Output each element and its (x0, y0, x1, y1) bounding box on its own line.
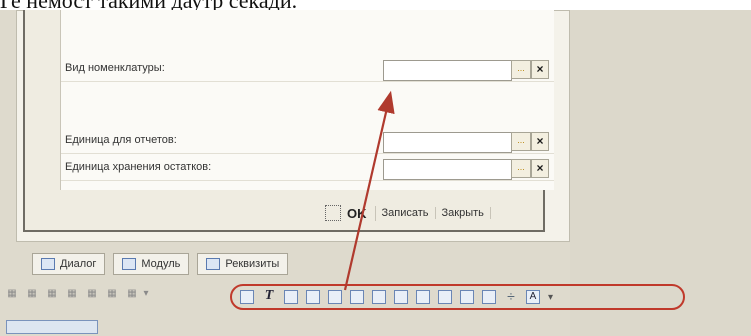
select-button[interactable]: ... (511, 159, 531, 178)
toolbar: ▦ ▦ ▦ ▦ ▦ ▦ ▦ ▾ T ÷ A ▾ (0, 280, 751, 312)
frame-control-icon[interactable] (416, 290, 430, 304)
field-label: Вид номенклатуры: (65, 62, 165, 74)
dialog-icon (41, 258, 55, 270)
document-control-icon[interactable] (482, 290, 496, 304)
report-unit-input[interactable] (383, 132, 512, 153)
combo-box-icon[interactable] (394, 290, 408, 304)
attributes-icon (206, 258, 221, 270)
close-button[interactable]: Закрыть (436, 207, 491, 219)
form-window: Вид номенклатуры: ... × Единица для отче… (23, 10, 554, 232)
align-bottom-icon[interactable]: ▦ (106, 288, 118, 300)
panel-control-icon[interactable] (438, 290, 452, 304)
status-strip (0, 316, 751, 336)
status-item (6, 320, 98, 334)
button-control-icon[interactable] (240, 290, 254, 304)
align-left-icon[interactable]: ▦ (6, 288, 18, 300)
tab-dialog[interactable]: Диалог (32, 253, 106, 275)
nomenclature-type-input[interactable] (383, 60, 512, 81)
input-field-icon[interactable] (306, 290, 320, 304)
field-row-storage-unit: Единица хранения остатков: ... × (61, 157, 554, 181)
storage-unit-input[interactable] (383, 159, 512, 180)
picture-control-icon[interactable] (460, 290, 474, 304)
module-icon (122, 258, 137, 270)
clear-button[interactable]: × (531, 132, 549, 151)
splitter-icon[interactable]: ÷ (504, 289, 518, 304)
form-buttons: OK Записать Закрыть (325, 200, 491, 226)
form-content: Вид номенклатуры: ... × Единица для отче… (60, 10, 554, 190)
checkbox-control-icon[interactable] (328, 290, 342, 304)
table-control-icon[interactable] (284, 290, 298, 304)
field-label: Единица хранения остатков: (65, 161, 212, 173)
field-label: Единица для отчетов: (65, 134, 177, 146)
designer-tabs: Диалог Модуль Реквизиты (32, 253, 296, 275)
ok-button[interactable]: OK (347, 205, 376, 221)
clear-button[interactable]: × (531, 60, 549, 79)
align-right-icon[interactable]: ▦ (46, 288, 58, 300)
select-button[interactable]: ... (511, 60, 531, 79)
tab-attributes[interactable]: Реквизиты (197, 253, 289, 275)
save-button[interactable]: Записать (376, 207, 436, 219)
select-button[interactable]: ... (511, 132, 531, 151)
text-control-icon[interactable]: T (262, 289, 276, 304)
tab-module[interactable]: Модуль (113, 253, 190, 275)
font-control-icon[interactable]: A (526, 290, 540, 304)
align-middle-icon[interactable]: ▦ (86, 288, 98, 300)
workspace: Вид номенклатуры: ... × Единица для отче… (0, 10, 751, 336)
chevron-down-icon[interactable]: ▾ (548, 292, 553, 303)
align-top-icon[interactable]: ▦ (66, 288, 78, 300)
chevron-down-icon[interactable]: ▾ (142, 288, 150, 300)
tab-label: Диалог (60, 258, 97, 270)
field-row-report-unit: Единица для отчетов: ... × (61, 130, 554, 154)
clear-button[interactable]: × (531, 159, 549, 178)
align-center-icon[interactable]: ▦ (26, 288, 38, 300)
radio-control-icon[interactable] (350, 290, 364, 304)
controls-toolbar: T ÷ A ▾ (230, 284, 685, 310)
field-row-nomenclature-type: Вид номенклатуры: ... × (61, 58, 554, 82)
list-control-icon[interactable] (372, 290, 386, 304)
tab-label: Модуль (141, 258, 181, 270)
grid-icon[interactable]: ▦ (126, 288, 138, 300)
alignment-toolbar: ▦ ▦ ▦ ▦ ▦ ▦ ▦ ▾ (6, 288, 158, 300)
tab-label: Реквизиты (225, 258, 280, 270)
checkbox-icon (325, 205, 341, 221)
